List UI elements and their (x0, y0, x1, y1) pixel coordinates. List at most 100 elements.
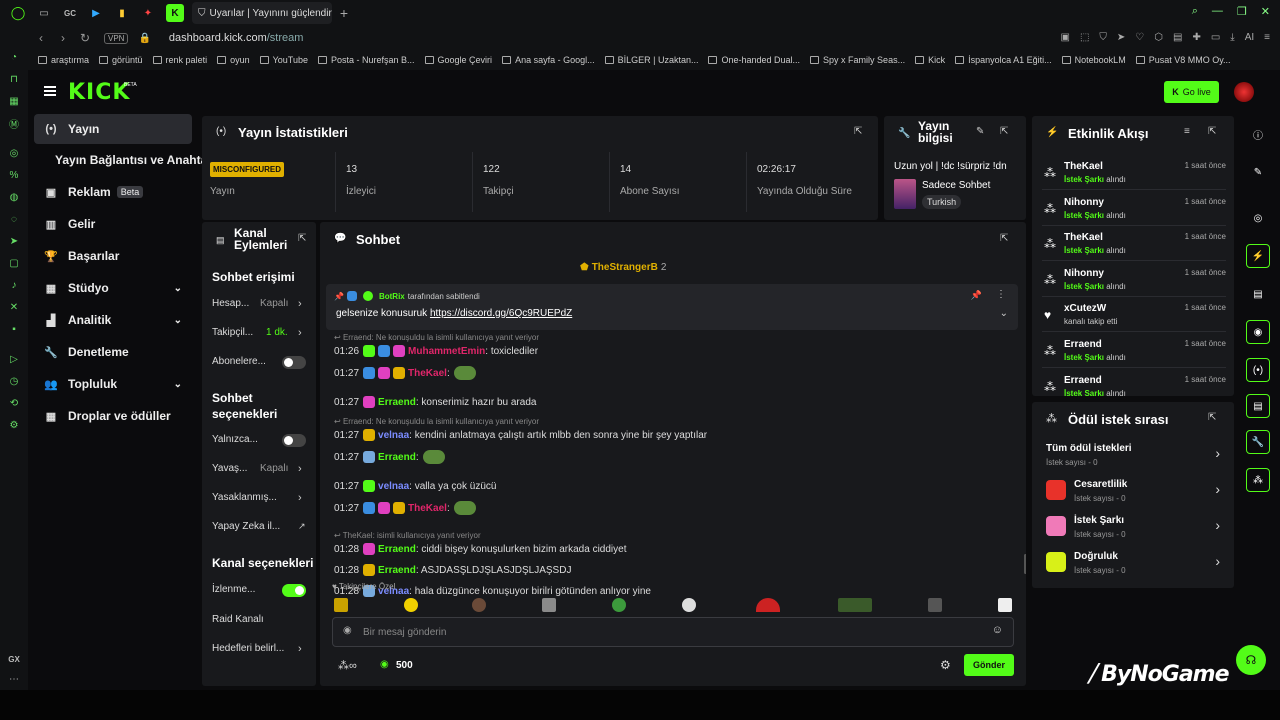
emote[interactable] (682, 598, 696, 612)
active-tab[interactable]: ⛉ Uyarılar | Yayınını güçlendir (192, 2, 332, 24)
user-badge[interactable] (363, 451, 376, 463)
user-badge[interactable] (393, 502, 406, 514)
edit-icon[interactable]: ✎ (1246, 160, 1270, 184)
close-icon[interactable]: ✕ (1261, 5, 1270, 18)
url-field[interactable]: dashboard.kick.com/stream (169, 32, 304, 44)
chevron-down-icon[interactable]: ⌄ (1000, 308, 1008, 319)
nav-item-topluluk[interactable]: 👥 Topluluk ⌄ (34, 370, 192, 398)
event-user[interactable]: Erraend (1064, 375, 1102, 386)
document-icon[interactable]: ▤ (1173, 32, 1182, 43)
activity-event[interactable]: ⁂ TheKael 1 saat önce İstek Şarkı alındı (1042, 158, 1226, 190)
spiral-icon[interactable]: ◎ (0, 142, 28, 164)
popout-icon[interactable]: ⇱ (1000, 126, 1008, 137)
chat-icon[interactable]: ◉ (1246, 320, 1270, 344)
category-name[interactable]: Sadece Sohbet (922, 180, 990, 191)
popout-icon[interactable]: ⇱ (1208, 126, 1216, 137)
activity-event[interactable]: ⁂ Erraend 1 saat önce İstek Şarkı alındı (1042, 372, 1226, 396)
emote[interactable] (422, 450, 445, 464)
instagram-icon[interactable]: ▢ (0, 252, 28, 274)
pinned-link[interactable]: https://discord.gg/6Qc9RUEPdZ (430, 308, 572, 319)
activity-event[interactable]: ⁂ TheKael 1 saat önce İstek Şarkı alındı (1042, 229, 1226, 262)
category-thumbnail[interactable] (894, 179, 916, 209)
bookmark-item[interactable]: Ana sayfa - Googl... (502, 55, 595, 65)
new-tab-button[interactable]: + (336, 5, 352, 21)
whatsapp-icon[interactable]: ◌ (0, 208, 28, 230)
tab-icon-kick[interactable]: K (166, 4, 184, 22)
message-username[interactable]: velnaa (378, 481, 409, 492)
ai-icon[interactable]: AI (1245, 32, 1254, 43)
user-badge[interactable] (393, 367, 406, 379)
reward-row[interactable]: Tüm ödül istekleri İstek sayısı - 0 › (1046, 440, 1220, 474)
more-icon[interactable]: ⋯ (0, 668, 28, 690)
user-badge[interactable] (378, 345, 391, 357)
reply-context[interactable]: ↩ Erraend: Ne konuşuldu la isimli kullan… (334, 333, 539, 342)
infinity-icon[interactable]: ⁂∞ (338, 659, 357, 672)
tab-icon-gc[interactable]: GC (62, 5, 78, 21)
telegram-icon[interactable]: ➤ (0, 230, 28, 252)
message-username[interactable]: TheKael (408, 503, 447, 514)
user-badge[interactable] (363, 429, 376, 441)
back-icon[interactable]: ‹ (32, 31, 50, 45)
minimize-icon[interactable]: — (1212, 5, 1223, 18)
nav-item-stream-key[interactable]: Yayın Bağlantısı ve Anahtarı (34, 146, 215, 174)
chat-input-box[interactable]: ◉ Bir mesaj gönderin ☺ (332, 617, 1014, 647)
badge-icon[interactable]: ◉ (343, 625, 352, 636)
emote[interactable] (612, 598, 626, 612)
setting-goals[interactable]: Hedefleri belirl... › (212, 643, 306, 655)
setting-ai-moderation[interactable]: Yapay Zeka il... ↗ (212, 521, 306, 532)
document-icon[interactable]: ▤ (1246, 282, 1270, 306)
popout-icon[interactable]: ⇱ (854, 126, 862, 137)
activity-event[interactable]: ⁂ Erraend 1 saat önce İstek Şarkı alındı (1042, 336, 1226, 368)
bookmark-item[interactable]: Kick (915, 55, 945, 65)
emote-only-toggle[interactable] (282, 434, 306, 447)
emote[interactable] (453, 501, 476, 515)
event-user[interactable]: Nihonny (1064, 197, 1104, 208)
user-badge[interactable] (363, 396, 376, 408)
m-icon[interactable]: Ⓜ (0, 112, 28, 134)
chat-scrollbar[interactable] (1024, 554, 1026, 574)
send-button[interactable]: Gönder (964, 654, 1014, 676)
reply-context[interactable]: ↩ Erraend: Ne konuşuldu la isimli kullan… (334, 417, 539, 426)
camera-icon[interactable]: ▣ (1060, 32, 1069, 43)
camera-icon[interactable]: ◎ (1246, 206, 1270, 230)
nav-item-yayin[interactable]: (•) Yayın (34, 114, 192, 144)
emoji-icon[interactable]: ☺ (992, 624, 1003, 636)
bookmark-item[interactable]: YouTube (259, 55, 308, 65)
bookmark-item[interactable]: Google Çeviri (424, 55, 492, 65)
bookmark-item[interactable]: araştırma (38, 55, 89, 65)
setting-slow-mode[interactable]: Yavaş... Kapalı › (212, 463, 306, 475)
setting-followers-only[interactable]: Takipçil... 1 dk. › (212, 327, 306, 339)
download-icon[interactable]: ⤓ (1230, 32, 1234, 43)
unpin-icon[interactable]: 📌 (971, 290, 982, 301)
pinned-by-user[interactable]: BotRix (379, 292, 405, 301)
broadcast-icon[interactable]: (•) (1246, 358, 1270, 382)
user-badge[interactable] (363, 367, 376, 379)
user-badge[interactable] (363, 480, 376, 492)
event-user[interactable]: Nihonny (1064, 268, 1104, 279)
nav-item-analitik[interactable]: ▟ Analitik ⌄ (34, 306, 192, 334)
settings-icon[interactable]: ⚙ (0, 414, 28, 436)
news-icon[interactable]: ▦ (0, 90, 28, 112)
tab-icon-4[interactable]: ▮ (114, 5, 130, 21)
gear-icon[interactable]: ⚙ (940, 658, 951, 672)
user-badge[interactable] (378, 502, 391, 514)
popout-icon[interactable]: ⇱ (1208, 412, 1216, 423)
popout-icon[interactable]: ⇱ (1000, 233, 1008, 244)
nav-item-studyo[interactable]: ▦ Stüdyo ⌄ (34, 274, 192, 302)
actions-icon[interactable]: ▤ (1246, 394, 1270, 418)
reload-icon[interactable]: ↻ (76, 31, 94, 45)
message-username[interactable]: MuhammetEmin (408, 346, 485, 357)
extensions-icon[interactable]: ✚ (1192, 32, 1200, 43)
history-icon[interactable]: ◔ (0, 46, 28, 68)
emote[interactable] (928, 598, 942, 612)
emote[interactable] (542, 598, 556, 612)
event-user[interactable]: Erraend (1064, 339, 1102, 350)
user-badge[interactable] (363, 543, 376, 555)
emote[interactable] (998, 598, 1012, 612)
user-badge[interactable] (393, 345, 406, 357)
percent-icon[interactable]: % (0, 164, 28, 186)
tag-chip[interactable]: Turkish (922, 195, 962, 209)
message-username[interactable]: Erraend (378, 452, 416, 463)
activity-event[interactable]: ⁂ Nihonny 1 saat önce İstek Şarkı alındı (1042, 194, 1226, 226)
clock-icon[interactable]: ◷ (0, 370, 28, 392)
